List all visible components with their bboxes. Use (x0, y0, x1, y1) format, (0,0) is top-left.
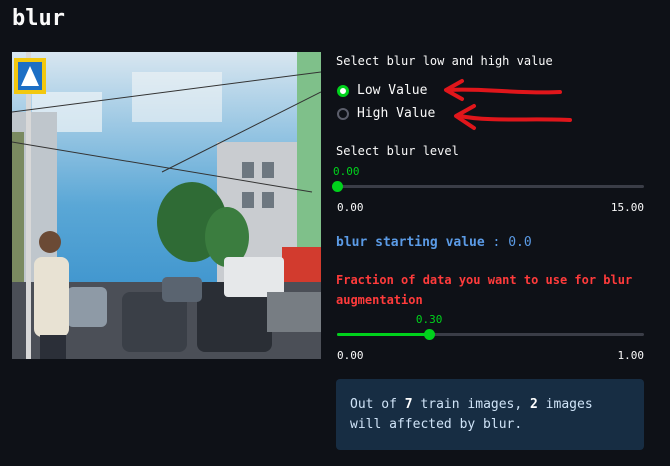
blur-level-label: Select blur level (336, 144, 459, 158)
blur-starting-value: blur starting value : 0.0 (336, 235, 532, 250)
annotation-arrows-icon (444, 79, 572, 130)
slider-min: 0.00 (337, 349, 364, 362)
slider-fill (337, 333, 430, 336)
radio-high-label: High Value (357, 106, 436, 121)
radio-checked-icon[interactable] (337, 84, 349, 97)
fraction-slider[interactable]: 0.30 0.00 1.00 (337, 313, 644, 363)
starting-value: 0.0 (508, 235, 532, 250)
train-count: 7 (404, 397, 413, 412)
affected-count: 2 (530, 397, 538, 412)
slider-track[interactable] (337, 185, 644, 188)
radio-high-value[interactable]: High Value (337, 106, 435, 121)
slider-max: 15.00 (610, 201, 644, 214)
page-title: blur (12, 6, 65, 31)
fraction-label: Fraction of data you want to use for blu… (336, 273, 633, 307)
slider-max: 1.00 (617, 349, 645, 362)
slider-thumb[interactable] (424, 329, 436, 340)
slider-min: 0.00 (337, 201, 364, 214)
radio-low-value[interactable]: Low Value (337, 83, 427, 98)
starting-sep: : (484, 235, 509, 250)
info-text: train images, (412, 397, 531, 412)
street-photo (12, 52, 321, 359)
info-box: Out of 7 train images, 2 images will aff… (336, 379, 644, 450)
blur-level-value: 0.00 (333, 165, 360, 178)
slider-thumb[interactable] (332, 181, 343, 192)
info-text: Out of (350, 397, 405, 412)
radio-unchecked-icon[interactable] (337, 107, 349, 120)
fraction-value: 0.30 (415, 313, 443, 326)
blur-level-slider[interactable]: 0.00 0.00 15.00 (332, 165, 644, 215)
radio-prompt: Select blur low and high value (336, 54, 553, 68)
starting-key: blur starting value (336, 235, 485, 250)
radio-low-label: Low Value (357, 83, 428, 98)
